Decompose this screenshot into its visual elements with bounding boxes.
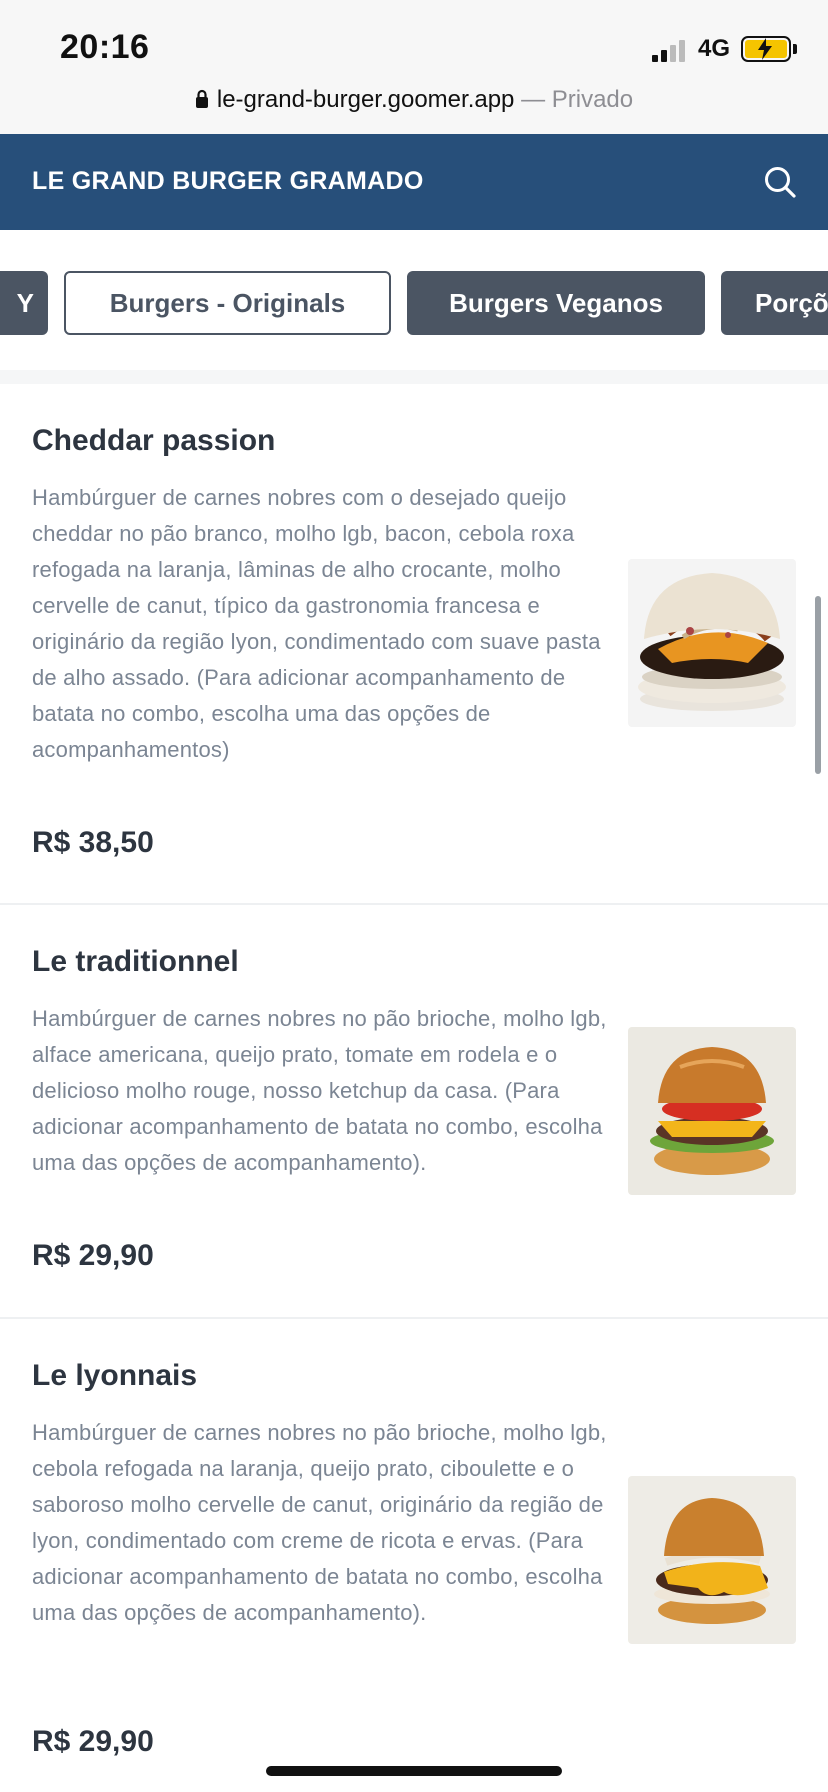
home-indicator[interactable] — [266, 1766, 562, 1776]
item-photo — [628, 1027, 796, 1195]
item-description: Hambúrguer de carnes nobres no pão brioc… — [32, 1006, 607, 1175]
menu-item[interactable]: Le lyonnais Hambúrguer de carnes nobres … — [0, 1319, 828, 1792]
item-name: Cheddar passion — [32, 424, 276, 457]
battery-tip — [793, 44, 797, 54]
app-header: LE GRAND BURGER GRAMADO — [0, 134, 828, 230]
search-icon[interactable] — [762, 164, 798, 200]
status-bar: 20:16 4G le-grand-burger.goomer.app — Pr… — [0, 0, 828, 134]
section-divider — [0, 370, 828, 384]
tab-burgers-veganos[interactable]: Burgers Veganos — [407, 271, 705, 335]
scrollbar[interactable] — [815, 596, 821, 774]
menu-item[interactable]: Cheddar passion Hambúrguer de carnes nob… — [0, 384, 828, 905]
privacy-label: Privado — [551, 86, 634, 113]
item-photo — [628, 559, 796, 727]
page-title: LE GRAND BURGER GRAMADO — [32, 167, 424, 195]
item-description: Hambúrguer de carnes nobres com o deseja… — [32, 485, 601, 762]
menu-item[interactable]: Le traditionnel Hambúrguer de carnes nob… — [0, 905, 828, 1319]
lock-icon — [195, 89, 208, 108]
url-bar[interactable]: le-grand-burger.goomer.app — Privado — [0, 86, 828, 114]
item-price: R$ 29,90 — [32, 1239, 154, 1272]
url-text: le-grand-burger.goomer.app — [216, 86, 515, 113]
battery-icon — [741, 36, 791, 62]
tab-porcoes[interactable]: Porções — [721, 271, 828, 335]
charging-bolt-icon — [758, 38, 772, 60]
item-photo — [628, 1476, 796, 1644]
url-separator: — — [514, 86, 552, 113]
burger-photo-icon — [628, 559, 796, 727]
burger-photo-icon — [628, 1027, 796, 1195]
category-tabs: Y Burgers - Originals Burgers Veganos Po… — [0, 230, 828, 378]
tab-previous-category[interactable]: Y — [0, 271, 48, 335]
item-price: R$ 38,50 — [32, 826, 154, 859]
tab-burgers-originals[interactable]: Burgers - Originals — [64, 271, 391, 335]
signal-icon — [652, 38, 688, 62]
item-name: Le lyonnais — [32, 1359, 198, 1392]
item-name: Le traditionnel — [32, 945, 239, 978]
network-type: 4G — [698, 35, 731, 62]
status-time: 20:16 — [60, 28, 150, 66]
item-description: Hambúrguer de carnes nobres no pão brioc… — [32, 1420, 607, 1625]
burger-photo-icon — [628, 1476, 796, 1644]
item-price: R$ 29,90 — [32, 1725, 154, 1758]
